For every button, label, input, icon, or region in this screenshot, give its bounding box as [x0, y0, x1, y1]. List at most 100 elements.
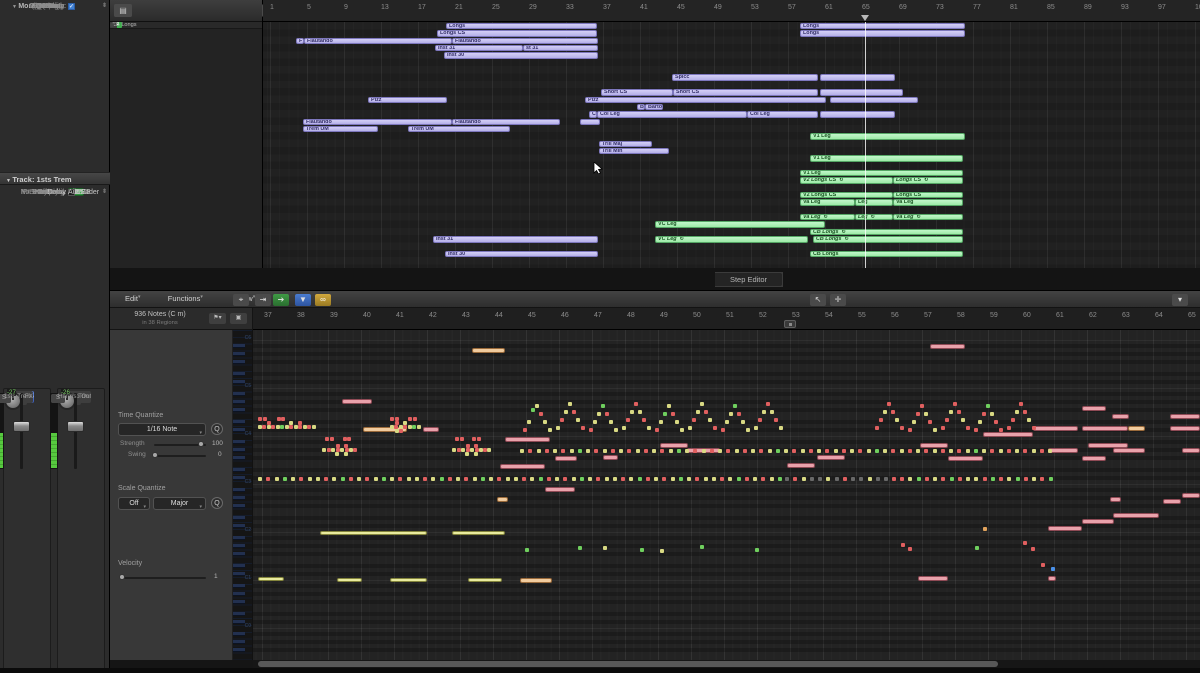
midi-note[interactable] [933, 477, 937, 481]
midi-note[interactable] [679, 477, 683, 481]
midi-note[interactable] [835, 477, 839, 481]
arrangement-region[interactable]: Longs [800, 23, 965, 29]
midi-note[interactable] [638, 410, 642, 414]
arrangement-region[interactable]: Inst 30 [445, 251, 598, 257]
midi-note[interactable] [663, 412, 667, 416]
midi-note[interactable] [941, 449, 945, 453]
midi-note[interactable] [500, 464, 545, 469]
midi-note[interactable] [982, 412, 986, 416]
midi-note[interactable] [1163, 499, 1181, 504]
midi-note[interactable] [687, 477, 691, 481]
midi-note[interactable] [349, 477, 353, 481]
black-key[interactable] [233, 572, 245, 576]
midi-note[interactable] [423, 477, 427, 481]
arrangement-region[interactable]: V2 Longs CS↻ [800, 177, 893, 183]
midi-note[interactable] [978, 420, 982, 424]
midi-note[interactable] [696, 410, 700, 414]
midi-note[interactable] [525, 548, 529, 552]
midi-note[interactable] [1015, 449, 1019, 453]
midi-note[interactable] [1128, 426, 1145, 431]
midi-note[interactable] [258, 417, 262, 421]
midi-note[interactable] [1007, 426, 1011, 430]
midi-note[interactable] [382, 477, 386, 481]
black-key[interactable] [233, 352, 245, 356]
midi-note[interactable] [655, 428, 659, 432]
fader-cap[interactable] [67, 421, 84, 432]
midi-note[interactable] [578, 449, 582, 453]
midi-note[interactable] [472, 437, 476, 441]
midi-note[interactable] [704, 477, 708, 481]
arrangement-region[interactable]: V1 Leg [800, 170, 963, 176]
midi-note[interactable] [755, 548, 759, 552]
black-key[interactable] [233, 584, 245, 588]
arrangement-ruler[interactable]: 1591317212529333741454953576165697377818… [263, 0, 1200, 22]
midi-note[interactable] [1048, 526, 1082, 531]
midi-note[interactable] [581, 426, 585, 430]
midi-note[interactable] [669, 449, 673, 453]
pointer-tool-icon[interactable]: ⌖ [233, 294, 249, 306]
midi-note[interactable] [1110, 497, 1121, 502]
link-mode-icon[interactable]: ∞ [315, 294, 331, 306]
midi-note[interactable] [671, 477, 675, 481]
midi-note[interactable] [974, 477, 978, 481]
midi-note[interactable] [787, 463, 815, 468]
midi-note[interactable] [733, 404, 737, 408]
arrangement-region[interactable]: V1 Leg [810, 155, 963, 161]
midi-note[interactable] [344, 452, 348, 456]
midi-note[interactable] [785, 477, 789, 481]
midi-note[interactable] [298, 425, 302, 429]
midi-note[interactable] [497, 477, 501, 481]
black-key[interactable] [233, 408, 245, 412]
midi-note[interactable] [1015, 410, 1019, 414]
midi-note[interactable] [875, 426, 879, 430]
midi-note[interactable] [644, 449, 648, 453]
midi-note[interactable] [1082, 456, 1106, 461]
midi-note[interactable] [325, 437, 329, 441]
midi-note[interactable] [766, 402, 770, 406]
midi-note[interactable] [859, 477, 863, 481]
black-key[interactable] [233, 488, 245, 492]
arrangement-region[interactable]: Longs CS [437, 30, 597, 36]
black-key[interactable] [233, 536, 245, 540]
midi-note[interactable] [949, 449, 953, 453]
midi-note[interactable] [548, 428, 552, 432]
midi-note[interactable] [570, 449, 574, 453]
midi-note[interactable] [671, 412, 675, 416]
arrangement-region[interactable]: B [637, 104, 645, 110]
midi-note[interactable] [974, 428, 978, 432]
midi-note[interactable] [530, 477, 534, 481]
midi-note[interactable] [900, 426, 904, 430]
black-key[interactable] [233, 392, 245, 396]
midi-note[interactable] [659, 420, 663, 424]
midi-note[interactable] [312, 425, 316, 429]
arrangement-region[interactable]: Col Leg [747, 111, 818, 117]
midi-note[interactable] [933, 449, 937, 453]
midi-note[interactable] [718, 449, 722, 453]
midi-note[interactable] [1033, 426, 1078, 431]
midi-note[interactable] [564, 410, 568, 414]
midi-note[interactable] [374, 477, 378, 481]
midi-note[interactable] [958, 477, 962, 481]
midi-note[interactable] [692, 418, 696, 422]
black-key[interactable] [233, 552, 245, 556]
midi-note[interactable] [770, 477, 774, 481]
midi-note[interactable] [990, 449, 994, 453]
midi-note[interactable] [1019, 402, 1023, 406]
midi-note[interactable] [629, 477, 633, 481]
midi-note[interactable] [920, 404, 924, 408]
midi-note[interactable] [652, 449, 656, 453]
midi-note[interactable] [737, 477, 741, 481]
midi-note[interactable] [523, 428, 527, 432]
midi-note[interactable] [594, 449, 598, 453]
midi-note[interactable] [778, 477, 782, 481]
arrangement-region[interactable]: Va Leg↻ [800, 214, 855, 220]
midi-note[interactable] [417, 425, 421, 429]
black-key[interactable] [233, 612, 245, 616]
arrangement-region[interactable]: Inst 30 [444, 52, 598, 58]
midi-note[interactable] [660, 443, 688, 448]
midi-note[interactable] [776, 449, 780, 453]
black-key[interactable] [233, 448, 245, 452]
midi-note[interactable] [330, 437, 334, 441]
midi-note[interactable] [465, 452, 469, 456]
cmd-click-tool-icon[interactable]: ✛ [830, 294, 846, 306]
